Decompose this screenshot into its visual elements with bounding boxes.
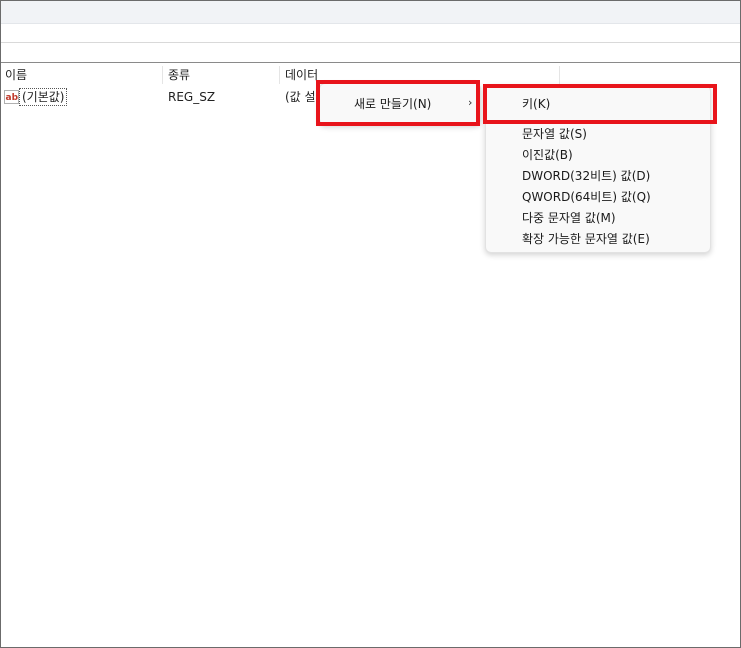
submenu-item-expandable-string-value-label: 확장 가능한 문자열 값(E): [522, 232, 650, 246]
column-separator[interactable]: [162, 66, 163, 84]
column-header-name-label: 이름: [5, 68, 28, 82]
value-type-cell: REG_SZ: [168, 90, 216, 104]
column-header-data-label: 데이터: [285, 68, 319, 82]
submenu-item-dword-value-label: DWORD(32비트) 값(D): [522, 169, 651, 183]
value-name-cell[interactable]: (기본값): [19, 88, 68, 106]
value-data-cell: (값 설: [285, 90, 316, 104]
column-separator[interactable]: [559, 66, 560, 84]
menu-item-new[interactable]: 새로 만들기(N): [354, 94, 431, 115]
svg-text:ab: ab: [6, 93, 19, 103]
submenu-item-binary-value-label: 이진값(B): [522, 148, 573, 162]
menu-item-new-label: 새로 만들기(N): [354, 97, 432, 111]
submenu-item-key[interactable]: 키(K): [522, 94, 550, 115]
column-separator[interactable]: [279, 66, 280, 84]
registry-editor-window: 이름 종류 데이터 ab (기본값) REG_SZ (값 설 새로 만들기(N)…: [0, 0, 741, 648]
new-submenu: 키(K) 문자열 값(S) 이진값(B) DWORD(32비트) 값(D) QW…: [485, 85, 711, 253]
address-bar-area: [1, 24, 740, 43]
column-header-name[interactable]: 이름: [1, 64, 162, 86]
submenu-item-string-value[interactable]: 문자열 값(S): [522, 124, 587, 145]
submenu-item-multi-string-value-label: 다중 문자열 값(M): [522, 211, 616, 225]
submenu-item-expandable-string-value[interactable]: 확장 가능한 문자열 값(E): [522, 229, 650, 250]
ab-string-icon: ab: [4, 90, 19, 104]
submenu-item-qword-value-label: QWORD(64비트) 값(Q): [522, 190, 651, 204]
column-header-type[interactable]: 종류: [164, 64, 279, 86]
chevron-right-icon: ›: [468, 96, 473, 109]
toolbar-area: [1, 1, 740, 24]
submenu-item-key-label: 키(K): [522, 97, 551, 111]
submenu-item-string-value-label: 문자열 값(S): [522, 127, 587, 141]
context-menu: 새로 만들기(N) ›: [319, 83, 481, 125]
column-header-type-label: 종류: [168, 68, 191, 82]
submenu-item-multi-string-value[interactable]: 다중 문자열 값(M): [522, 208, 616, 229]
submenu-item-qword-value[interactable]: QWORD(64비트) 값(Q): [522, 187, 651, 208]
submenu-item-binary-value[interactable]: 이진값(B): [522, 145, 573, 166]
pane-divider[interactable]: [1, 62, 740, 63]
submenu-item-dword-value[interactable]: DWORD(32비트) 값(D): [522, 166, 650, 187]
